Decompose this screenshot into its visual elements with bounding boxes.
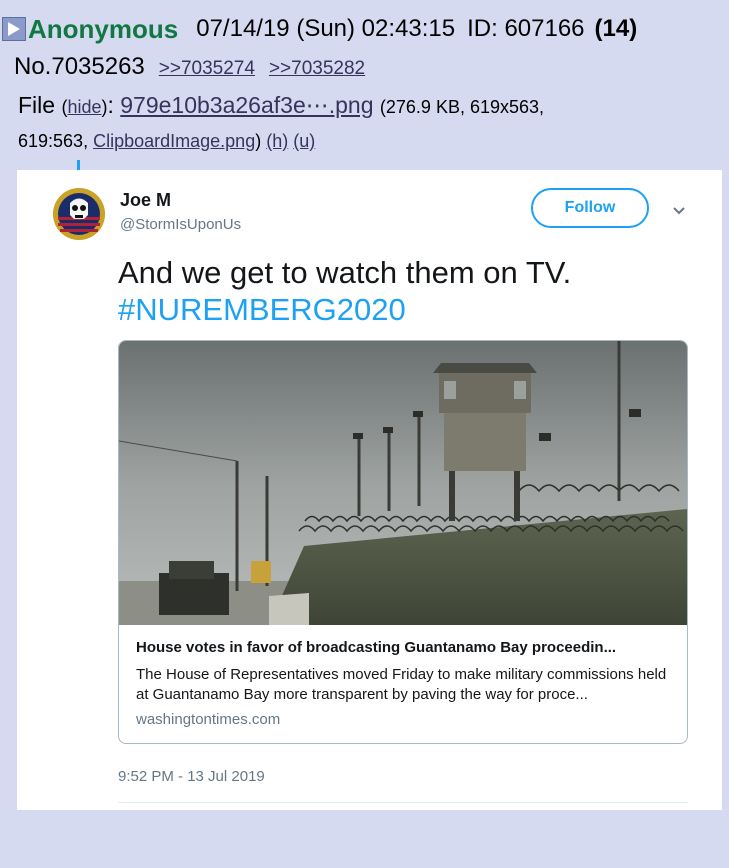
h-link[interactable]: (h) [266, 131, 288, 151]
poster-name: Anonymous [28, 13, 179, 44]
post-number-line: No.7035263 >>7035274 >>7035282 [14, 53, 365, 81]
follow-button[interactable]: Follow [531, 188, 649, 228]
post-count: (14) [594, 15, 638, 42]
link-preview-card[interactable]: House votes in favor of broadcasting Gua… [118, 340, 688, 744]
card-image [119, 341, 687, 625]
file-aspect: 619:563, [18, 131, 89, 151]
card-domain: washingtontimes.com [136, 711, 281, 728]
file-size-info: (276.9 KB, 619x563, [379, 97, 545, 117]
card-description: The House of Representatives moved Frida… [136, 666, 667, 703]
tweet-text: And we get to watch them on TV. #NUREMBE… [118, 254, 571, 328]
divider [118, 802, 688, 803]
tweet-handle[interactable]: @StormIsUponUs [120, 216, 241, 233]
tweet-body: And we get to watch them on TV. [118, 255, 572, 290]
hide-link[interactable]: hide [67, 97, 101, 117]
avatar [53, 188, 105, 240]
post-date: 07/14/19 (Sun) 02:43:15 [196, 15, 456, 42]
original-filename-link[interactable]: ClipboardImage.png [93, 131, 255, 151]
post-number[interactable]: No.7035263 [14, 53, 145, 81]
card-title[interactable]: House votes in favor of broadcasting Gua… [136, 639, 681, 656]
hide-toggle[interactable]: (hide) [61, 97, 107, 117]
file-link[interactable]: 979e10b3a26af3e⋯.png [120, 92, 373, 118]
tweet-screenshot: Joe M @StormIsUponUs Follow And we get t… [17, 170, 722, 810]
post-header: Anonymous 07/14/19 (Sun) 02:43:15 ID: 60… [0, 12, 637, 46]
file-info: File (hide): 979e10b3a26af3e⋯.png (276.9… [18, 92, 545, 118]
poster-id[interactable]: ID: 607166 [467, 15, 584, 43]
expand-arrow-icon[interactable] [2, 17, 26, 41]
chevron-down-icon[interactable] [672, 203, 686, 221]
hashtag-link[interactable]: #NUREMBERG2020 [118, 291, 571, 328]
u-link[interactable]: (u) [293, 131, 315, 151]
file-label: File [18, 92, 56, 118]
file-info-line2: 619:563, ClipboardImage.png) (h) (u) [18, 131, 316, 151]
tweet-display-name[interactable]: Joe M [120, 190, 171, 211]
backlink[interactable]: >>7035274 [159, 58, 255, 80]
backlink[interactable]: >>7035282 [269, 58, 365, 80]
tweet-timestamp[interactable]: 9:52 PM - 13 Jul 2019 [118, 768, 265, 785]
